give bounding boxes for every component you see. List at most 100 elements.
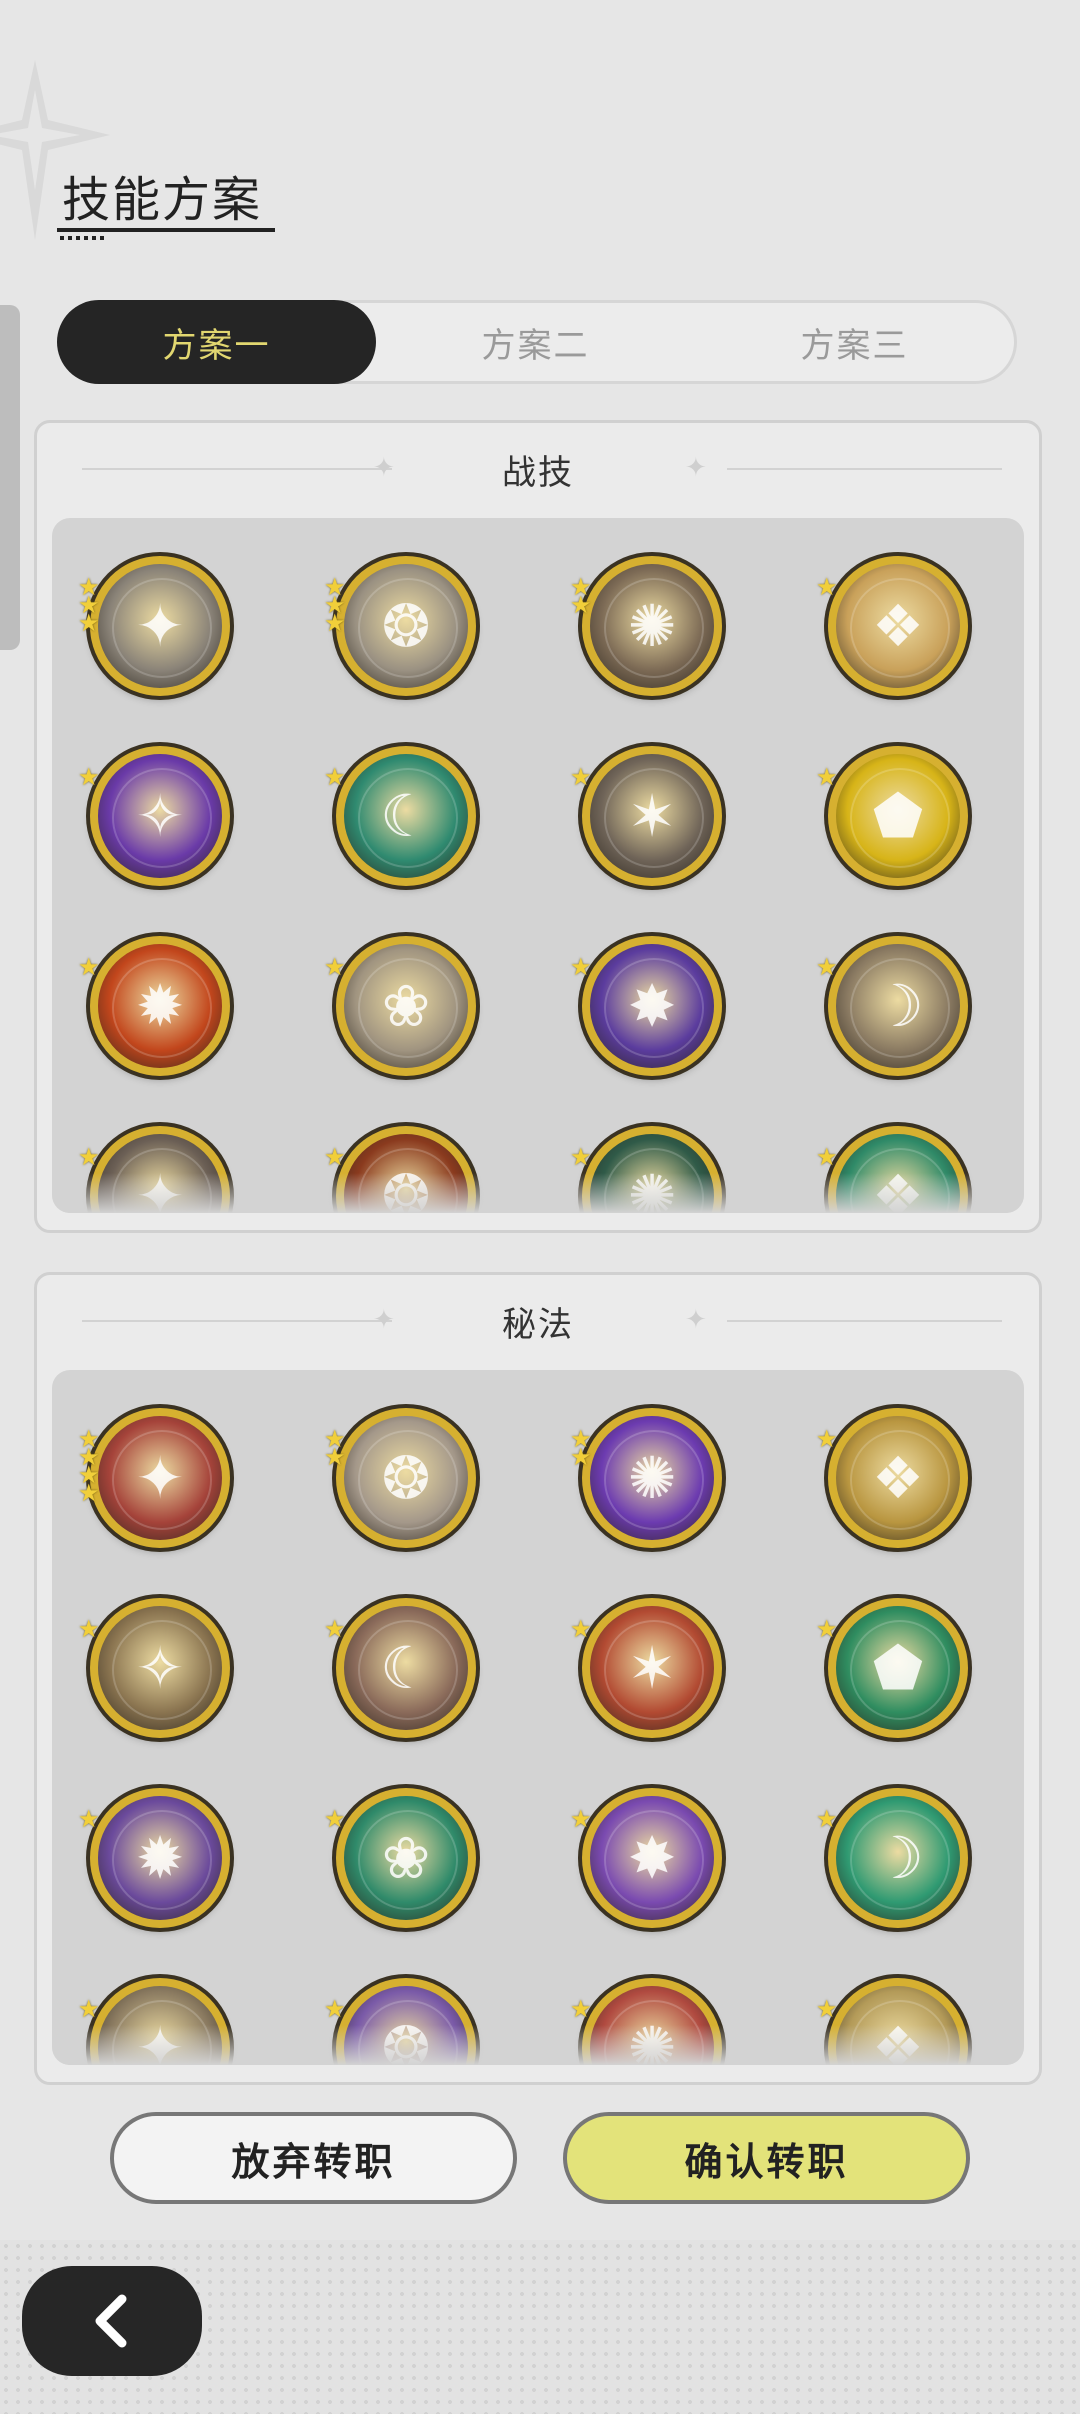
star-rank: ★: [816, 1143, 838, 1171]
header-line-right: [727, 468, 1002, 470]
crescent-blade-icon: ☽: [836, 944, 960, 1068]
skill-slot[interactable]: ☾ ★: [324, 746, 476, 886]
star-rank: ★: [816, 955, 838, 979]
skill-slot[interactable]: ✧ ★: [78, 746, 230, 886]
skill-slot[interactable]: ❖★: [816, 1408, 968, 1548]
shadow-wolf-icon: ✹: [98, 1796, 222, 1920]
skills-section-header: ✦ 战技 ✦: [37, 423, 1039, 518]
abandon-job-change-button[interactable]: 放弃转职: [110, 2112, 517, 2204]
star-icon: ★: [78, 1995, 100, 2023]
skill-slot[interactable]: ✶ ★: [570, 1598, 722, 1738]
golden-shield-icon: ⬟: [836, 754, 960, 878]
star-rank: ★: [570, 1615, 592, 1643]
star-rank: ★: [78, 1615, 100, 1643]
skill-slot[interactable]: ✹ ★: [78, 936, 230, 1076]
tab-plan-3[interactable]: 方案三: [695, 303, 1014, 381]
star-icon: ★: [324, 1443, 346, 1471]
skills-icon-grid[interactable]: ✦★★★❂★★★✺★★❖★✧★☾★✶★⬟★✹★❀★✸★☽★✦★❂★✺★❖★: [52, 518, 1024, 1213]
tab-plan-2[interactable]: 方案二: [376, 303, 695, 381]
star-icon: ★: [78, 1615, 100, 1643]
star-icon: ★: [78, 953, 100, 981]
icon-glyph: ❀: [381, 972, 431, 1040]
icon-glyph: ☽: [872, 972, 924, 1040]
icon-glyph: ✹: [135, 972, 185, 1040]
icon-glyph: ❖: [872, 592, 924, 660]
ground-burst-icon: ✺: [590, 564, 714, 688]
tab-plan-1[interactable]: 方案一: [57, 300, 376, 384]
scroll-fade: [52, 2025, 1024, 2065]
icon-glyph: ✦: [135, 1444, 185, 1512]
star-rank: ★: [324, 955, 346, 979]
side-drawer-handle[interactable]: [0, 305, 20, 650]
dragon-sigil-icon: ✧: [98, 1606, 222, 1730]
skill-slot[interactable]: ✶ ★: [570, 746, 722, 886]
star-icon: ★: [816, 573, 838, 601]
icon-glyph: ✶: [627, 1634, 677, 1702]
icon-glyph: ✺: [627, 1444, 677, 1512]
skill-slot[interactable]: ❀ ★: [324, 1788, 476, 1928]
star-icon: ★: [324, 1143, 346, 1171]
star-icon: ★: [324, 1615, 346, 1643]
skill-slot[interactable]: ✦ ★ ★ ★ ★: [78, 1408, 230, 1548]
star-rank: ★: [78, 1143, 100, 1171]
icon-glyph: ⬟: [872, 782, 924, 850]
title-underline: [57, 228, 275, 232]
skill-slot[interactable]: ✦ ★ ★ ★: [78, 556, 230, 696]
skill-slot[interactable]: ✺ ★ ★: [570, 1408, 722, 1548]
title-dots: [60, 236, 108, 240]
skill-slot[interactable]: ❀ ★: [324, 936, 476, 1076]
skill-slot[interactable]: ✺ ★ ★: [570, 556, 722, 696]
star-icon: ★: [816, 763, 838, 791]
star-rank: ★ ★: [570, 1427, 592, 1469]
confirm-job-change-button[interactable]: 确认转职: [563, 2112, 970, 2204]
star-rank: ★: [78, 953, 100, 981]
skill-slot[interactable]: ☾ ★: [324, 1598, 476, 1738]
star-icon: ★: [570, 1995, 592, 2023]
star-icon: ★: [570, 763, 592, 791]
icon-glyph: ✹: [135, 1824, 185, 1892]
skill-slot[interactable]: ☽ ★: [816, 1788, 968, 1928]
star-rank: ★ ★ ★: [78, 575, 100, 635]
skill-slot[interactable]: ⬟ ★: [816, 1598, 968, 1738]
icon-glyph: ❂: [381, 1444, 431, 1512]
skill-slot[interactable]: ❂ ★ ★ ★: [324, 556, 476, 696]
star-icon: ★: [78, 1143, 100, 1171]
star-rank: ★: [570, 1805, 592, 1833]
star-icon: ★: [816, 1615, 838, 1643]
skill-slot[interactable]: ☽ ★: [816, 936, 968, 1076]
skill-slot[interactable]: ⬟ ★: [816, 746, 968, 886]
star-icon: ★: [570, 1615, 592, 1643]
healing-circle-icon: ❀: [344, 1796, 468, 1920]
star-icon: ★: [570, 1805, 592, 1833]
skill-slot[interactable]: ✸ ★: [570, 1788, 722, 1928]
wind-slash-icon: ✦: [98, 564, 222, 688]
jade-crescent-icon: ☾: [344, 754, 468, 878]
scroll-fade: [52, 1173, 1024, 1213]
violet-heart-icon: ✧: [98, 754, 222, 878]
star-rank: ★: [570, 763, 592, 791]
star-icon: ★: [816, 1995, 838, 2023]
skill-slot[interactable]: ❖★: [816, 556, 968, 696]
plan-tabs: 方案一 方案二 方案三: [57, 300, 1017, 384]
star-rank: ★: [324, 763, 346, 791]
skill-slot[interactable]: ✧ ★: [78, 1598, 230, 1738]
star-rank: ★ ★ ★: [324, 575, 346, 635]
icon-glyph: ✦: [135, 592, 185, 660]
page-title: 技能方案: [62, 172, 263, 228]
star-icon: ★: [324, 763, 346, 791]
star-icon: ★: [324, 1805, 346, 1833]
sparkle-icon: ✦: [685, 1305, 707, 1335]
stone-blade-icon: ❂: [344, 1416, 468, 1540]
star-rank: ★: [570, 955, 592, 979]
icon-glyph: ❂: [381, 592, 431, 660]
skill-slot[interactable]: ✹ ★: [78, 1788, 230, 1928]
icon-glyph: ✸: [627, 1824, 677, 1892]
back-button[interactable]: [22, 2266, 202, 2376]
icon-glyph: ✧: [135, 1634, 185, 1702]
star-icon: ★: [570, 1143, 592, 1171]
star-icon: ★: [816, 1143, 838, 1171]
skill-slot[interactable]: ❂ ★ ★: [324, 1408, 476, 1548]
arcana-icon-grid[interactable]: ✦★★★★❂★★✺★★❖★✧★☾★✶★⬟★✹★❀★✸★☽★✦★❂★✺★❖★: [52, 1370, 1024, 2065]
emerald-heart-icon: ⬟: [836, 1606, 960, 1730]
skill-slot[interactable]: ✸ ★: [570, 936, 722, 1076]
